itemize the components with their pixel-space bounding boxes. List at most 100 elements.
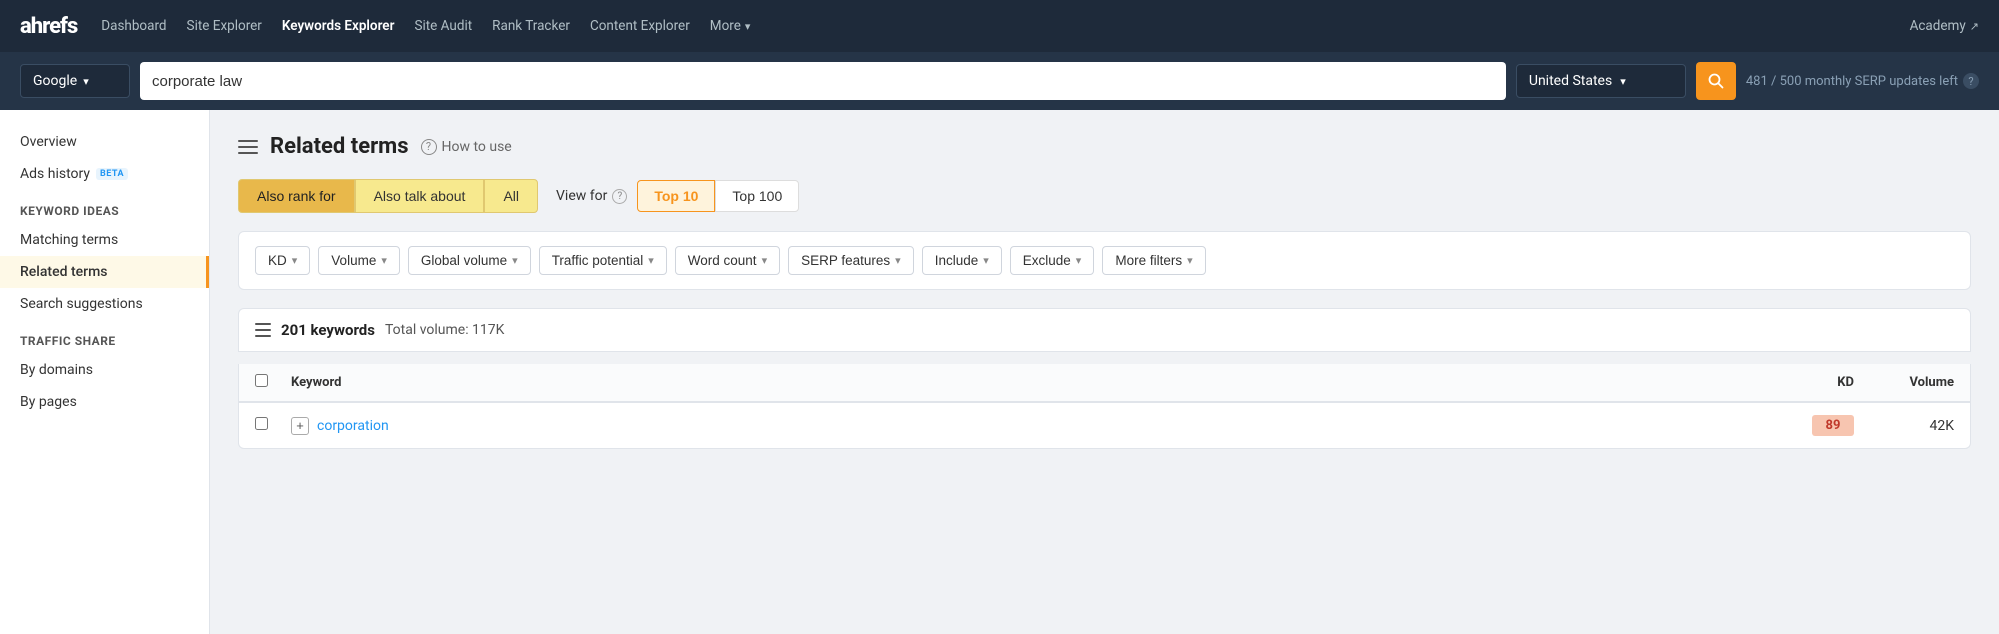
table-select-all-checkbox[interactable] (255, 374, 279, 391)
row-checkbox[interactable] (255, 417, 279, 434)
country-chevron-icon (1620, 73, 1626, 89)
filter-word-count-chevron-icon (762, 254, 768, 267)
nav-more[interactable]: More (710, 18, 751, 34)
search-icon (1708, 73, 1724, 89)
tab-also-talk-about[interactable]: Also talk about (355, 179, 485, 213)
nav-academy[interactable]: Academy (1910, 18, 1979, 34)
sidebar-item-search-suggestions[interactable]: Search suggestions (0, 288, 209, 320)
content-area: Related terms ? How to use Also rank for… (210, 110, 1999, 634)
filter-global-volume[interactable]: Global volume (408, 246, 531, 275)
filter-exclude[interactable]: Exclude (1010, 246, 1095, 275)
tab-row: Also rank for Also talk about All View f… (238, 179, 1971, 213)
serp-updates-info: 481 / 500 monthly SERP updates left ? (1746, 73, 1979, 89)
nav-site-audit[interactable]: Site Audit (414, 18, 472, 34)
volume-cell: 42K (1884, 418, 1954, 434)
results-count: 201 keywords (281, 321, 375, 339)
serp-question-icon[interactable]: ? (1963, 73, 1979, 89)
nav-keywords-explorer[interactable]: Keywords Explorer (282, 18, 395, 34)
top-nav: ahrefs Dashboard Site Explorer Keywords … (0, 0, 1999, 52)
how-to-use-link[interactable]: ? How to use (421, 139, 512, 155)
nav-site-explorer[interactable]: Site Explorer (187, 18, 262, 34)
sidebar-section-keyword-ideas: Keyword ideas (0, 190, 209, 224)
results-volume: Total volume: 117K (385, 322, 504, 338)
view-for-question-icon[interactable]: ? (612, 189, 627, 204)
serp-updates-text: 481 / 500 monthly SERP updates left (1746, 74, 1958, 89)
how-to-use-label: How to use (442, 139, 512, 155)
nav-dashboard[interactable]: Dashboard (101, 18, 166, 34)
table-row: + corporation 89 42K (239, 403, 1970, 448)
hamburger-r-line-2 (255, 329, 271, 331)
country-select[interactable]: United States (1516, 64, 1686, 98)
search-button[interactable] (1696, 62, 1736, 100)
filter-include-chevron-icon (983, 254, 989, 267)
filter-include-label: Include (935, 253, 979, 268)
add-keyword-button[interactable]: + (291, 417, 309, 435)
sidebar-item-by-domains[interactable]: By domains (0, 354, 209, 386)
filter-kd-chevron-icon (292, 254, 298, 267)
sidebar-item-overview[interactable]: Overview (0, 126, 209, 158)
nav-links: Dashboard Site Explorer Keywords Explore… (101, 18, 750, 34)
table-header-right: KD Volume (1794, 375, 1954, 390)
nav-content-explorer[interactable]: Content Explorer (590, 18, 690, 34)
search-engine-select[interactable]: Google (20, 64, 130, 98)
filter-kd[interactable]: KD (255, 246, 310, 275)
table-header-keyword: Keyword (255, 374, 1794, 391)
sidebar-item-related-terms[interactable]: Related terms (0, 256, 209, 288)
search-input-wrapper (140, 62, 1506, 100)
keyword-cell: + corporation (255, 417, 1812, 435)
sidebar: Overview Ads history BETA Keyword ideas … (0, 110, 210, 634)
volume-col-header: Volume (1884, 375, 1954, 390)
view-for-buttons: Top 10 Top 100 (637, 180, 799, 212)
hamburger-icon[interactable] (238, 140, 258, 154)
hamburger-r-line-3 (255, 335, 271, 337)
filter-serp-features-chevron-icon (895, 254, 901, 267)
search-input[interactable] (152, 73, 1494, 90)
row-select-checkbox[interactable] (255, 417, 268, 430)
ads-history-label: Ads history (20, 166, 90, 182)
hamburger-r-line-1 (255, 323, 271, 325)
filter-include[interactable]: Include (922, 246, 1002, 275)
hamburger-line-2 (238, 146, 258, 148)
filter-kd-label: KD (268, 253, 287, 268)
search-bar-row: Google United States 481 / 500 monthly S… (0, 52, 1999, 110)
filter-more-filters[interactable]: More filters (1102, 246, 1205, 275)
keyword-col-header: Keyword (291, 375, 341, 390)
filter-global-volume-label: Global volume (421, 253, 507, 268)
logo-text: hrefs (31, 14, 78, 39)
kd-badge: 89 (1812, 415, 1854, 436)
engine-chevron-icon (83, 73, 89, 89)
main-layout: Overview Ads history BETA Keyword ideas … (0, 110, 1999, 634)
nav-rank-tracker[interactable]: Rank Tracker (492, 18, 570, 34)
view-top-100-button[interactable]: Top 100 (715, 180, 799, 212)
results-header: 201 keywords Total volume: 117K (238, 308, 1971, 352)
filter-more-filters-label: More filters (1115, 253, 1182, 268)
logo[interactable]: ahrefs (20, 14, 77, 39)
filter-volume[interactable]: Volume (318, 246, 400, 275)
tab-also-rank-for[interactable]: Also rank for (238, 179, 355, 213)
view-top-10-button[interactable]: Top 10 (637, 180, 715, 212)
filter-word-count[interactable]: Word count (675, 246, 780, 275)
filter-traffic-potential[interactable]: Traffic potential (539, 246, 667, 275)
filter-row: KD Volume Global volume Traffic potentia… (238, 231, 1971, 290)
filter-serp-features[interactable]: SERP features (788, 246, 914, 275)
question-circle-icon: ? (421, 139, 437, 155)
tab-all[interactable]: All (484, 179, 538, 213)
filter-exclude-label: Exclude (1023, 253, 1071, 268)
keyword-link[interactable]: corporation (317, 418, 389, 434)
page-title: Related terms (270, 134, 409, 159)
sidebar-item-by-pages[interactable]: By pages (0, 386, 209, 418)
filter-more-filters-chevron-icon (1187, 254, 1193, 267)
page-header: Related terms ? How to use (238, 134, 1971, 159)
filter-traffic-potential-chevron-icon (648, 254, 654, 267)
filter-traffic-potential-label: Traffic potential (552, 253, 644, 268)
filter-volume-label: Volume (331, 253, 376, 268)
hamburger-results-icon[interactable] (255, 323, 271, 337)
sidebar-item-ads-history[interactable]: Ads history BETA (0, 158, 209, 190)
select-all-checkbox[interactable] (255, 374, 268, 387)
filter-serp-features-label: SERP features (801, 253, 890, 268)
kd-col-header: KD (1794, 375, 1854, 390)
sidebar-item-matching-terms[interactable]: Matching terms (0, 224, 209, 256)
view-for-text: View for (556, 188, 607, 204)
filter-exclude-chevron-icon (1076, 254, 1082, 267)
row-data-right: 89 42K (1812, 415, 1954, 436)
